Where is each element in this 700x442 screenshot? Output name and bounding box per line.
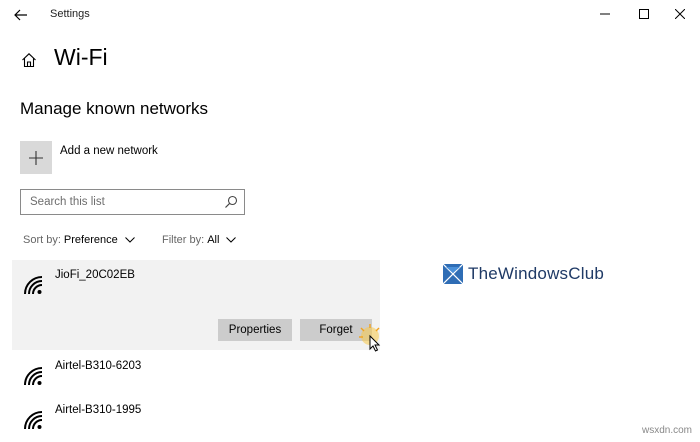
watermark-brand: TheWindowsClub — [468, 264, 605, 283]
maximize-button[interactable] — [629, 3, 659, 25]
search-box[interactable] — [20, 189, 245, 215]
windows-logo-icon — [443, 264, 463, 284]
close-icon — [675, 9, 685, 19]
add-tile — [20, 141, 52, 174]
filter-label: Filter by: — [162, 234, 205, 246]
close-button[interactable] — [665, 3, 695, 25]
home-icon — [22, 53, 36, 68]
search-input[interactable] — [21, 190, 221, 214]
add-network-button[interactable]: Add a new network — [20, 141, 220, 175]
search-icon[interactable] — [224, 195, 238, 209]
watermark-site: wsxdn.com — [641, 425, 692, 436]
title-bar: Settings — [0, 0, 700, 30]
add-network-label: Add a new network — [60, 145, 158, 157]
plus-icon — [29, 150, 43, 165]
sort-dropdown[interactable]: Sort by: Preference — [23, 234, 135, 246]
network-name: Airtel-B310-1995 — [55, 404, 142, 416]
window-title: Settings — [50, 8, 90, 20]
filter-dropdown[interactable]: Filter by: All — [162, 234, 237, 246]
sort-value: Preference — [63, 234, 118, 246]
watermark-logo: TheWindowsClub — [443, 264, 604, 284]
chevron-down-icon — [226, 237, 237, 243]
page-title: Wi-Fi — [54, 44, 108, 70]
wifi-icon — [24, 276, 43, 295]
minimize-button[interactable] — [590, 3, 620, 25]
network-list-item-selected[interactable]: JioFi_20C02EB Properties Forget — [12, 260, 380, 350]
wifi-icon — [24, 411, 43, 430]
network-list-item[interactable]: Airtel-B310-6203 — [12, 355, 380, 395]
properties-button[interactable]: Properties — [218, 319, 292, 341]
minimize-icon — [600, 13, 610, 15]
network-list-item[interactable]: Airtel-B310-1995 — [12, 399, 380, 439]
network-name: Airtel-B310-6203 — [55, 360, 142, 372]
home-button[interactable] — [18, 49, 40, 71]
mouse-cursor-icon — [359, 324, 381, 352]
back-arrow-icon — [14, 9, 27, 21]
wifi-icon — [24, 367, 43, 386]
section-heading: Manage known networks — [20, 99, 209, 118]
chevron-down-icon — [124, 237, 135, 243]
back-button[interactable] — [8, 4, 34, 26]
sort-label: Sort by: — [23, 234, 61, 246]
filter-value: All — [207, 234, 220, 246]
maximize-icon — [639, 9, 649, 19]
network-name: JioFi_20C02EB — [55, 269, 135, 281]
